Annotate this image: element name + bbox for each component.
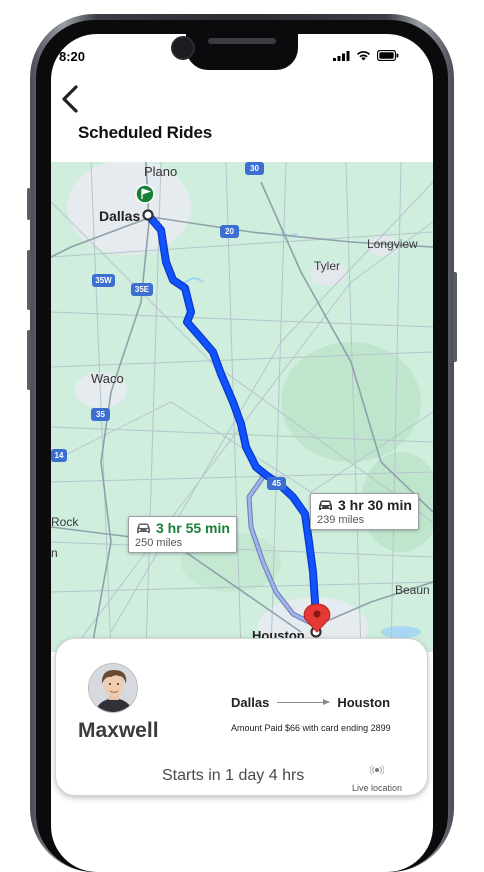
map-label-tyler: Tyler	[314, 259, 341, 273]
map-canvas	[51, 162, 433, 652]
trip-destination: Houston	[337, 695, 391, 710]
wifi-icon	[357, 51, 370, 61]
live-location-button[interactable]: Live location	[349, 763, 405, 793]
driver-avatar	[88, 663, 138, 713]
phone-screen: 8:20 Scheduled Rides Plano Dallas Longvi…	[51, 34, 433, 872]
highway-shield-35w: 35W	[92, 274, 115, 287]
route-option-alternate[interactable]: 3 hr 55 min 250 miles	[128, 516, 237, 553]
route-map[interactable]: Plano Dallas Longview Tyler Waco Houston…	[51, 162, 433, 652]
volume-down-button	[27, 330, 31, 390]
live-location-label: Live location	[351, 783, 403, 793]
battery-icon	[377, 50, 399, 61]
highway-shield-20: 20	[220, 225, 239, 238]
highway-shield-45: 45	[267, 477, 286, 490]
power-button	[453, 272, 457, 362]
status-time: 8:20	[59, 49, 86, 64]
highway-shield-35e: 35E	[131, 283, 153, 296]
car-icon	[319, 500, 332, 510]
highway-shield-30: 30	[245, 162, 264, 175]
trip-route: Dallas Houston	[231, 695, 390, 710]
trip-arrow-icon	[277, 699, 331, 705]
ride-start-countdown: Starts in 1 day 4 hrs	[162, 767, 305, 784]
volume-up-button	[27, 250, 31, 310]
route-alternate-time: 3 hr 55 min	[156, 520, 230, 536]
phone-speaker	[208, 38, 276, 44]
back-button[interactable]	[57, 84, 83, 114]
phone-camera	[171, 36, 195, 60]
signal-icon	[333, 51, 350, 61]
car-icon	[137, 523, 150, 533]
map-label-rock: Rock	[51, 515, 79, 529]
map-label-dallas: Dallas	[99, 208, 141, 224]
driver-name: Maxwell	[78, 719, 159, 742]
trip-origin: Dallas	[231, 695, 270, 710]
payment-info: Amount Paid $66 with card ending 2899	[231, 723, 391, 733]
route-primary-distance: 239 miles	[317, 514, 365, 526]
avatar-portrait	[89, 664, 137, 712]
route-primary-time: 3 hr 30 min	[338, 497, 412, 513]
route-alternate-distance: 250 miles	[135, 537, 183, 549]
map-label-edge: n	[51, 546, 58, 560]
highway-shield-14: 14	[51, 449, 67, 462]
status-icons	[333, 50, 399, 61]
chevron-left-icon	[62, 85, 78, 113]
map-label-waco: Waco	[91, 371, 124, 386]
map-label-beaumont: Beaun	[395, 583, 430, 597]
mute-switch	[27, 188, 31, 220]
page-title: Scheduled Rides	[78, 123, 212, 142]
location-signal-icon	[369, 764, 385, 776]
map-label-longview: Longview	[367, 237, 418, 251]
ride-card[interactable]: Maxwell Dallas Houston Amount Paid $66 w…	[55, 638, 428, 796]
map-label-plano: Plano	[144, 164, 178, 179]
highway-shield-35: 35	[91, 408, 110, 421]
route-start-dot	[142, 209, 154, 221]
route-option-primary[interactable]: 3 hr 30 min 239 miles	[310, 493, 419, 530]
start-flag-icon	[135, 184, 155, 204]
